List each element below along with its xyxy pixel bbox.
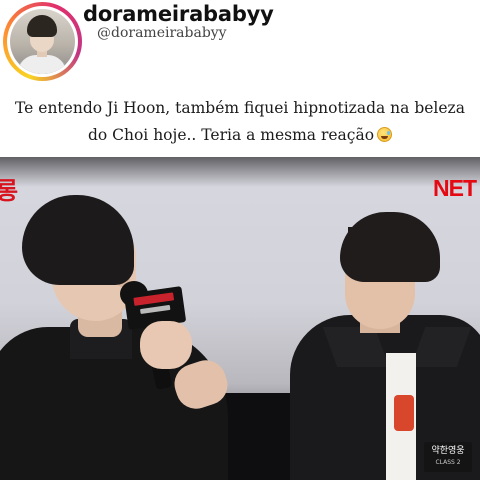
person-left-hand (140, 321, 192, 369)
show-logo-watermark: 약한영웅 CLASS 2 (424, 442, 472, 472)
avatar[interactable] (3, 2, 82, 81)
netflix-logo: NET (433, 175, 477, 201)
handle[interactable]: @dorameirababyy (97, 25, 227, 41)
watermark-subtitle: CLASS 2 (435, 459, 461, 466)
caption-line-2-text: do Choi hoje.. Teria a mesma reação (87, 126, 375, 144)
avatar-border (7, 6, 78, 77)
grinning-sweat-emoji-icon (377, 127, 393, 142)
screen-shade (0, 157, 480, 187)
caption-line-2: do Choi hoje.. Teria a mesma reação (0, 122, 480, 149)
post-caption: Te entendo Ji Hoon, também fiquei hipnot… (0, 95, 480, 149)
person-left-hair (22, 195, 134, 285)
caption-line-1: Te entendo Ji Hoon, também fiquei hipnot… (15, 99, 465, 117)
person-right-shirt-print (394, 395, 414, 431)
watermark-title: 약한영웅 (431, 446, 465, 456)
avatar-photo (10, 9, 75, 74)
post-header: dorameirababyy @dorameirababyy (0, 0, 480, 90)
title-corner-mark: 롱 (0, 177, 18, 205)
username[interactable]: dorameirababyy (83, 2, 274, 26)
video-frame[interactable]: 롱 NET 약한영웅 CLASS 2 (0, 157, 480, 480)
